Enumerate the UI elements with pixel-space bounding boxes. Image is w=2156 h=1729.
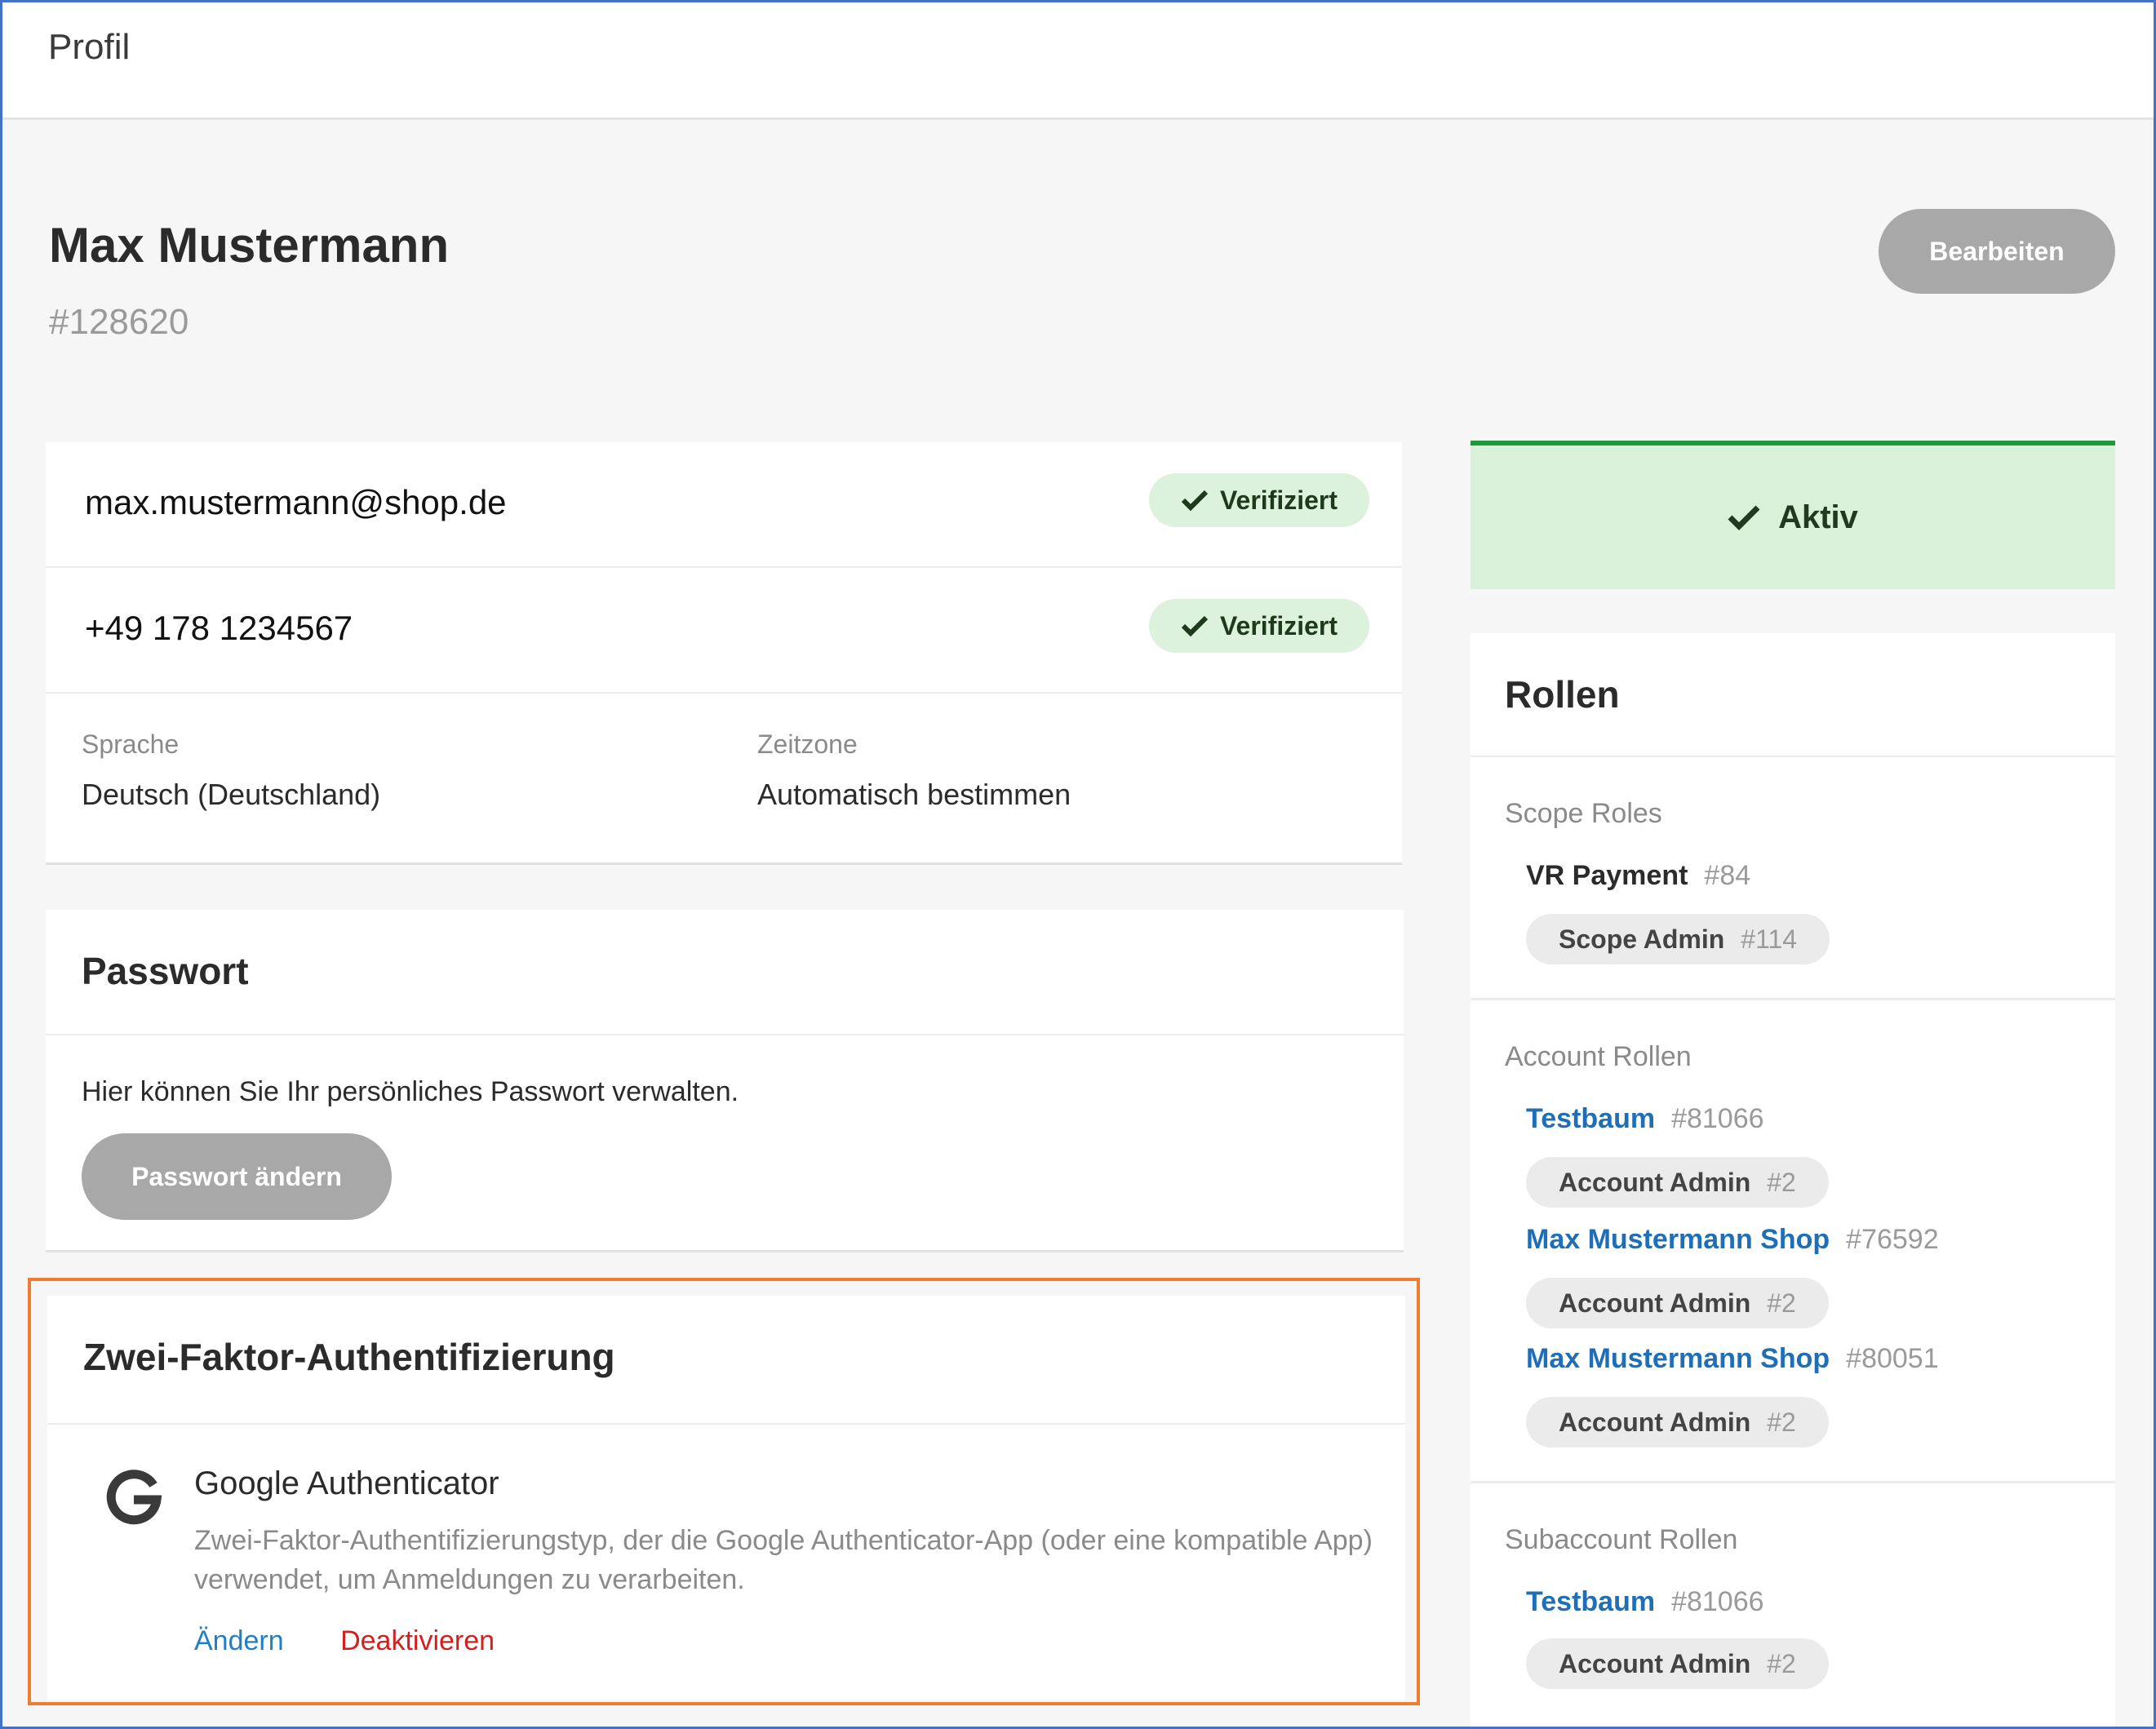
authenticator-description: Zwei-Faktor-Authentifizierungstyp, der d…: [194, 1525, 1373, 1595]
roles-header: Rollen: [1471, 633, 2115, 757]
role-chip-id: #2: [1767, 1648, 1796, 1678]
account-roles-label: Account Rollen: [1505, 1041, 1692, 1072]
role-chip-name: Scope Admin: [1559, 924, 1725, 954]
top-bar: Profil: [2, 2, 2154, 120]
phone-row: +49 178 1234567 Verifiziert: [46, 568, 1402, 694]
role-chip: Account Admin #2: [1526, 1157, 1829, 1208]
role-chip-name: Account Admin: [1559, 1288, 1751, 1318]
account-entity-link[interactable]: Max Mustermann Shop: [1526, 1343, 1830, 1374]
status-banner: Aktiv: [1471, 441, 2115, 589]
account-entity: Max Mustermann Shop #80051: [1526, 1343, 1939, 1375]
two-factor-header: Zwei-Faktor-Authentifizierung: [47, 1296, 1405, 1425]
status-label: Aktiv: [1778, 499, 1858, 535]
account-entity: Testbaum #81066: [1526, 1103, 1764, 1135]
subaccount-entity: Testbaum #81066: [1526, 1586, 1764, 1618]
role-chip-name: Account Admin: [1559, 1648, 1751, 1678]
account-entity-id: #76592: [1846, 1224, 1939, 1255]
edit-button[interactable]: Bearbeiten: [1879, 209, 2115, 294]
subaccount-entity-id: #81066: [1671, 1586, 1764, 1617]
timezone-value: Automatisch bestimmen: [757, 778, 1071, 811]
check-icon: [1181, 490, 1209, 512]
role-chip-id: #2: [1767, 1167, 1796, 1197]
role-chip-name: Account Admin: [1559, 1407, 1751, 1437]
two-factor-title: Zwei-Faktor-Authentifizierung: [83, 1336, 615, 1378]
contact-card: max.mustermann@shop.de Verifiziert +49 1…: [46, 442, 1402, 865]
role-chip-id: #2: [1767, 1288, 1796, 1318]
account-roles-section: Account Rollen Testbaum #81066 Account Ad…: [1471, 1000, 2115, 1483]
role-chip: Scope Admin #114: [1526, 914, 1830, 964]
check-icon: [1181, 615, 1209, 637]
check-icon: [1728, 505, 1760, 530]
scope-roles-label: Scope Roles: [1505, 798, 1662, 829]
language-label: Sprache: [82, 729, 180, 759]
roles-title: Rollen: [1505, 673, 1620, 716]
role-chip: Account Admin #2: [1526, 1397, 1829, 1447]
scope-entity: VR Payment #84: [1526, 860, 1750, 892]
role-chip-id: #114: [1741, 924, 1798, 954]
deactivate-authenticator-link[interactable]: Deaktivieren: [340, 1625, 495, 1656]
phone-value: +49 178 1234567: [85, 609, 353, 647]
account-entity-id: #81066: [1671, 1103, 1764, 1134]
page-title: Profil: [48, 27, 131, 67]
role-chip-id: #2: [1767, 1407, 1796, 1437]
password-header: Passwort: [46, 910, 1404, 1035]
email-row: max.mustermann@shop.de Verifiziert: [46, 442, 1402, 568]
user-id: #128620: [49, 302, 189, 342]
scope-entity-id: #84: [1704, 860, 1751, 891]
password-card: Passwort Hier können Sie Ihr persönliche…: [46, 910, 1404, 1252]
user-name: Max Mustermann: [49, 218, 450, 273]
language-block: Sprache Deutsch (Deutschland): [82, 729, 380, 812]
timezone-label: Zeitzone: [757, 729, 858, 759]
roles-card: Rollen Scope Roles VR Payment #84 Scope A…: [1471, 633, 2115, 1729]
scope-roles-section: Scope Roles VR Payment #84 Scope Admin #11…: [1471, 757, 2115, 1000]
role-chip: Account Admin #2: [1526, 1638, 1829, 1689]
password-title: Passwort: [82, 950, 249, 992]
google-icon: [106, 1470, 162, 1525]
email-verified-badge: Verifiziert: [1149, 473, 1369, 527]
phone-verified-label: Verifiziert: [1219, 610, 1338, 641]
account-entity: Max Mustermann Shop #76592: [1526, 1224, 1939, 1256]
subaccount-entity-link[interactable]: Testbaum: [1526, 1586, 1655, 1617]
phone-verified-badge: Verifiziert: [1149, 599, 1369, 653]
password-description: Hier können Sie Ihr persönliches Passwor…: [82, 1076, 739, 1107]
authenticator-actions: Ändern Deaktivieren: [194, 1625, 495, 1657]
email-verified-label: Verifiziert: [1219, 485, 1338, 515]
account-entity-link[interactable]: Max Mustermann Shop: [1526, 1224, 1830, 1255]
language-value: Deutsch (Deutschland): [82, 778, 381, 811]
two-factor-card: Zwei-Faktor-Authentifizierung Google Aut…: [47, 1296, 1405, 1700]
timezone-block: Zeitzone Automatisch bestimmen: [757, 729, 1071, 812]
role-chip: Account Admin #2: [1526, 1278, 1829, 1328]
email-value: max.mustermann@shop.de: [85, 483, 507, 521]
change-authenticator-link[interactable]: Ändern: [194, 1625, 284, 1656]
scope-entity-name: VR Payment: [1526, 860, 1688, 891]
authenticator-name: Google Authenticator: [194, 1465, 499, 1501]
account-entity-id: #80051: [1846, 1343, 1939, 1374]
subaccount-roles-label: Subaccount Rollen: [1505, 1524, 1738, 1555]
change-password-button[interactable]: Passwort ändern: [82, 1133, 392, 1220]
role-chip-name: Account Admin: [1559, 1167, 1751, 1197]
subaccount-roles-section: Subaccount Rollen Testbaum #81066 Account…: [1471, 1483, 2115, 1729]
account-entity-link[interactable]: Testbaum: [1526, 1103, 1655, 1134]
